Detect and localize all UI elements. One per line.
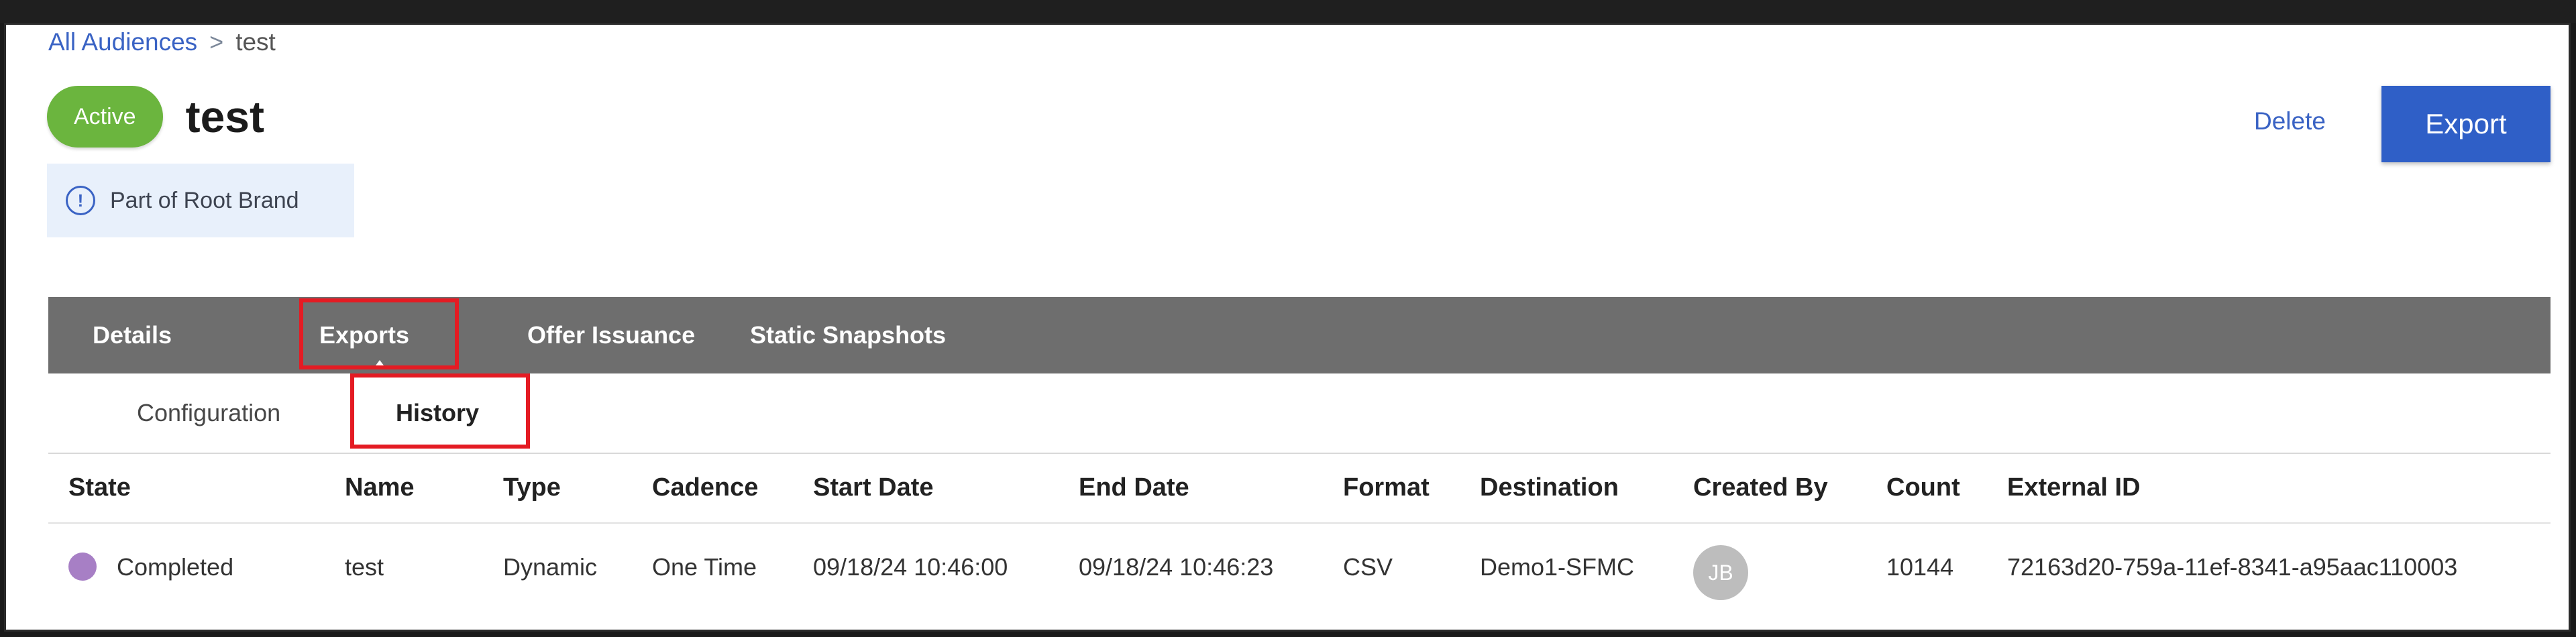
avatar: JB (1693, 545, 1748, 600)
cell-cadence: One Time (652, 553, 757, 581)
col-start-date[interactable]: Start Date (813, 453, 934, 522)
cell-type: Dynamic (503, 553, 598, 581)
export-button[interactable]: Export (2381, 86, 2551, 162)
exports-tab-highlight (299, 298, 459, 369)
cell-destination: Demo1-SFMC (1480, 553, 1635, 581)
cell-format: CSV (1343, 553, 1393, 581)
completed-status-dot (68, 553, 97, 581)
brand-notice-text: Part of Root Brand (110, 187, 299, 213)
cell-end-date: 09/18/24 10:46:23 (1079, 553, 1274, 581)
page-title: test (185, 92, 264, 141)
breadcrumb-current: test (235, 28, 276, 56)
window-top-band (0, 0, 2576, 23)
col-name[interactable]: Name (345, 453, 415, 522)
cell-external-id: 72163d20-759a-11ef-8341-a95aac110003 (2007, 553, 2458, 581)
info-circle-icon: ! (66, 186, 95, 215)
col-count[interactable]: Count (1886, 453, 1960, 522)
col-format[interactable]: Format (1343, 453, 1430, 522)
col-external-id[interactable]: External ID (2007, 453, 2141, 522)
breadcrumb: All Audiences > test (48, 28, 276, 56)
cell-start-date: 09/18/24 10:46:00 (813, 553, 1008, 581)
brand-notice: ! Part of Root Brand (47, 164, 354, 237)
col-created-by[interactable]: Created By (1693, 453, 1828, 522)
status-badge: Active (47, 86, 163, 148)
cell-state: Completed (68, 524, 233, 611)
sub-tab-bar: Configuration History (48, 373, 2551, 454)
main-tab-bar: Details Exports Offer Issuance Static Sn… (48, 297, 2551, 373)
col-destination[interactable]: Destination (1480, 453, 1619, 522)
caret-up-icon (376, 360, 384, 365)
col-cadence[interactable]: Cadence (652, 453, 758, 522)
table-row[interactable]: Completed test Dynamic One Time 09/18/24… (48, 524, 2551, 611)
state-text: Completed (117, 553, 234, 581)
tab-details[interactable]: Details (93, 297, 172, 373)
audience-header: Active test (47, 86, 264, 148)
col-state[interactable]: State (68, 453, 131, 522)
delete-link[interactable]: Delete (2254, 107, 2326, 135)
breadcrumb-separator: > (209, 28, 224, 56)
subtab-configuration[interactable]: Configuration (137, 373, 280, 453)
tab-static-snapshots[interactable]: Static Snapshots (750, 297, 946, 373)
cell-name: test (345, 553, 384, 581)
tab-offer-issuance[interactable]: Offer Issuance (527, 297, 695, 373)
cell-count: 10144 (1886, 553, 1954, 581)
export-history-table: State Name Type Cadence Start Date End D… (48, 453, 2551, 612)
breadcrumb-all-audiences[interactable]: All Audiences (48, 28, 197, 56)
history-subtab-highlight (350, 373, 530, 449)
col-type[interactable]: Type (503, 453, 561, 522)
table-header: State Name Type Cadence Start Date End D… (48, 453, 2551, 524)
col-end-date[interactable]: End Date (1079, 453, 1189, 522)
